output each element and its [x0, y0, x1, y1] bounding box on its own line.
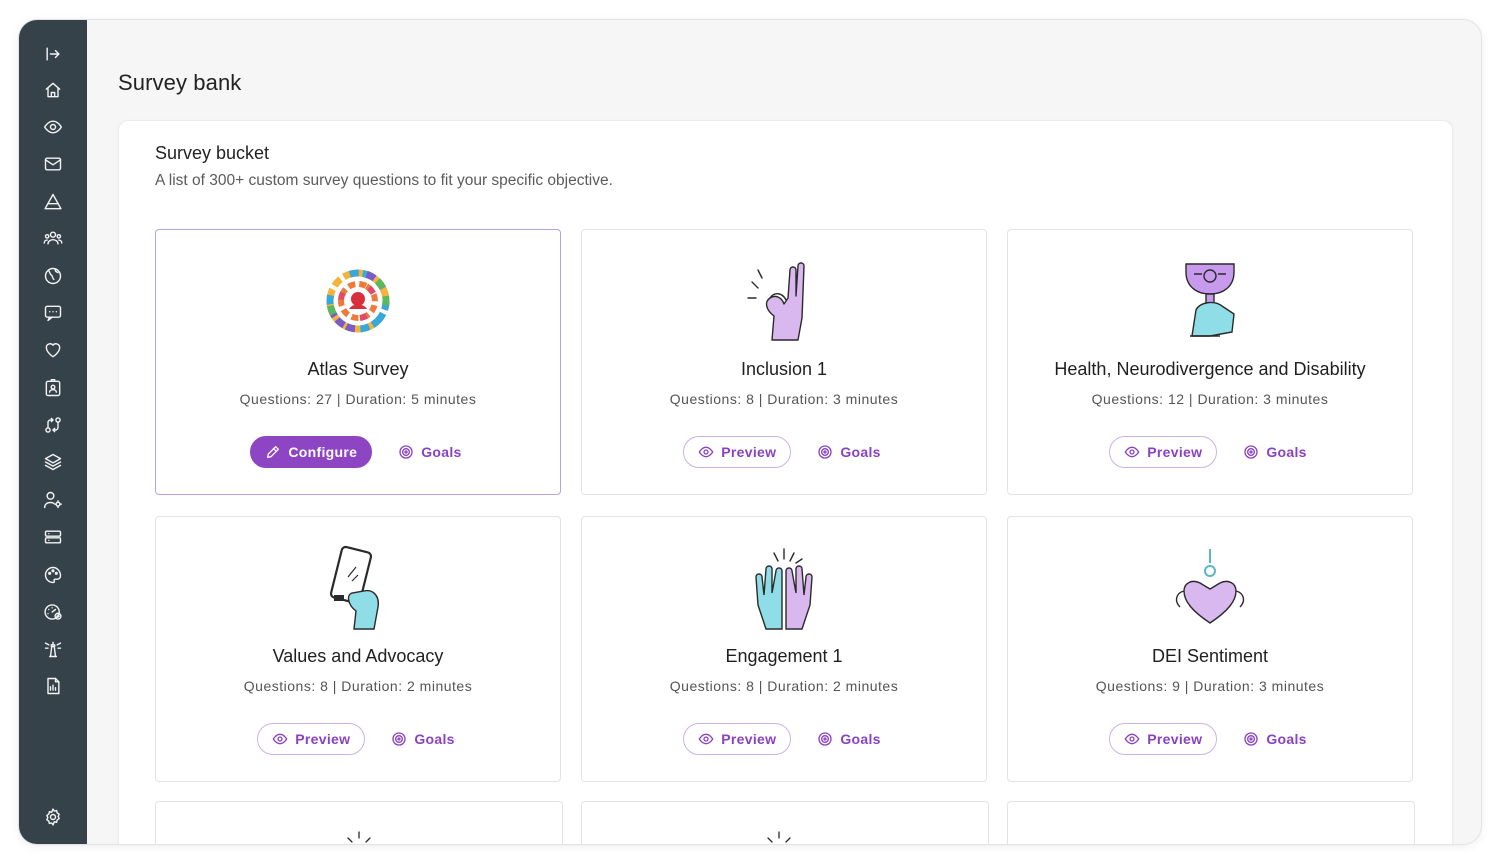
- id-badge-icon[interactable]: [19, 373, 87, 403]
- goals-label: Goals: [1266, 444, 1307, 460]
- goals-label: Goals: [1266, 731, 1307, 747]
- card-actions: Preview Goals: [156, 723, 560, 755]
- preview-button[interactable]: Preview: [257, 723, 366, 755]
- survey-title: Inclusion 1: [740, 359, 828, 379]
- preview-label: Preview: [295, 731, 351, 747]
- people-icon[interactable]: [19, 223, 87, 253]
- trophy-hand-icon: [1170, 258, 1250, 348]
- survey-title: Health, Neurodivergence and Disability: [1054, 359, 1366, 379]
- survey-meta: Questions: 8 | Duration: 2 minutes: [669, 678, 899, 694]
- goals-label: Goals: [840, 444, 881, 460]
- survey-title: Engagement 1: [725, 646, 843, 666]
- settings-icon[interactable]: [19, 802, 87, 832]
- preview-button[interactable]: Preview: [1109, 436, 1218, 468]
- ok-hand-icon: [744, 258, 824, 348]
- survey-meta: Questions: 27 | Duration: 5 minutes: [239, 391, 477, 407]
- home-icon[interactable]: [19, 75, 87, 105]
- sparkle-icon: [767, 831, 791, 843]
- preview-button[interactable]: Preview: [1109, 723, 1218, 755]
- survey-card[interactable]: Inclusion 1 Questions: 8 | Duration: 3 m…: [581, 229, 987, 495]
- preview-label: Preview: [721, 444, 777, 460]
- goals-button[interactable]: Goals: [1239, 723, 1310, 755]
- card-actions: Preview Goals: [582, 723, 986, 755]
- survey-card[interactable]: Atlas Survey Questions: 27 | Duration: 5…: [155, 229, 561, 495]
- sidebar: [19, 20, 87, 844]
- user-gear-icon[interactable]: [19, 485, 87, 515]
- configure-button[interactable]: Configure: [250, 436, 373, 468]
- eye-icon: [698, 446, 714, 458]
- preview-label: Preview: [721, 731, 777, 747]
- layers-icon[interactable]: [19, 447, 87, 477]
- eye-icon[interactable]: [19, 112, 87, 142]
- goals-label: Goals: [414, 731, 455, 747]
- app-window: Survey bank Survey bucket A list of 300+…: [19, 20, 1481, 844]
- report-icon[interactable]: [19, 671, 87, 701]
- expand-sidebar-icon[interactable]: [19, 39, 87, 69]
- survey-card-partial[interactable]: [1007, 801, 1415, 844]
- preview-label: Preview: [1147, 444, 1203, 460]
- database-icon[interactable]: [19, 522, 87, 552]
- survey-title: Atlas Survey: [307, 359, 409, 379]
- panel-subtitle: A list of 300+ custom survey questions t…: [155, 172, 613, 189]
- mail-icon[interactable]: [19, 149, 87, 179]
- goals-button[interactable]: Goals: [387, 723, 458, 755]
- chat-icon[interactable]: [19, 298, 87, 328]
- preview-button[interactable]: Preview: [683, 723, 792, 755]
- survey-title: Values and Advocacy: [272, 646, 444, 666]
- palette-icon[interactable]: [19, 560, 87, 590]
- preview-button[interactable]: Preview: [683, 436, 792, 468]
- panel-title: Survey bucket: [155, 143, 270, 163]
- goals-button[interactable]: Goals: [1239, 436, 1310, 468]
- globe-icon[interactable]: [19, 261, 87, 291]
- target-icon: [399, 445, 413, 459]
- survey-meta: Questions: 8 | Duration: 2 minutes: [243, 678, 473, 694]
- configure-label: Configure: [288, 444, 358, 460]
- target-icon: [818, 445, 832, 459]
- triangle-icon[interactable]: [19, 187, 87, 217]
- goals-label: Goals: [840, 731, 881, 747]
- high-five-icon: [744, 545, 824, 635]
- sparkle-icon: [347, 831, 371, 843]
- eye-icon: [272, 733, 288, 745]
- goals-label: Goals: [421, 444, 462, 460]
- target-icon: [1244, 732, 1258, 746]
- card-actions: Preview Goals: [1008, 723, 1412, 755]
- goals-button[interactable]: Goals: [394, 436, 465, 468]
- card-actions: Configure Goals: [156, 436, 560, 468]
- survey-card[interactable]: Values and Advocacy Questions: 8 | Durat…: [155, 516, 561, 782]
- survey-card[interactable]: DEI Sentiment Questions: 9 | Duration: 3…: [1007, 516, 1413, 782]
- survey-card-partial[interactable]: [581, 801, 989, 844]
- survey-meta: Questions: 9 | Duration: 3 minutes: [1095, 678, 1325, 694]
- preview-label: Preview: [1147, 731, 1203, 747]
- dashboard-add-icon[interactable]: [19, 597, 87, 627]
- target-icon: [392, 732, 406, 746]
- phone-hand-icon: [318, 545, 398, 635]
- survey-card[interactable]: Health, Neurodivergence and Disability Q…: [1007, 229, 1413, 495]
- goals-button[interactable]: Goals: [813, 436, 884, 468]
- eye-icon: [698, 733, 714, 745]
- survey-meta: Questions: 12 | Duration: 3 minutes: [1091, 391, 1329, 407]
- lighthouse-icon[interactable]: [19, 634, 87, 664]
- pencil-icon: [267, 446, 280, 458]
- goals-button[interactable]: Goals: [813, 723, 884, 755]
- main-content: Survey bank Survey bucket A list of 300+…: [87, 20, 1481, 844]
- heart-icon[interactable]: [19, 335, 87, 365]
- survey-card-partial[interactable]: [155, 801, 563, 844]
- target-icon: [818, 732, 832, 746]
- route-icon[interactable]: [19, 410, 87, 440]
- survey-title: DEI Sentiment: [1151, 646, 1269, 666]
- survey-card[interactable]: Engagement 1 Questions: 8 | Duration: 2 …: [581, 516, 987, 782]
- survey-bucket-panel: Survey bucket A list of 300+ custom surv…: [118, 120, 1453, 844]
- survey-meta: Questions: 8 | Duration: 3 minutes: [669, 391, 899, 407]
- eye-icon: [1124, 733, 1140, 745]
- eye-icon: [1124, 446, 1140, 458]
- card-actions: Preview Goals: [1008, 436, 1412, 468]
- atlas-logo-icon: [318, 258, 398, 348]
- heart-hands-icon: [1170, 545, 1250, 635]
- page-title: Survey bank: [118, 70, 242, 95]
- target-icon: [1244, 445, 1258, 459]
- card-actions: Preview Goals: [582, 436, 986, 468]
